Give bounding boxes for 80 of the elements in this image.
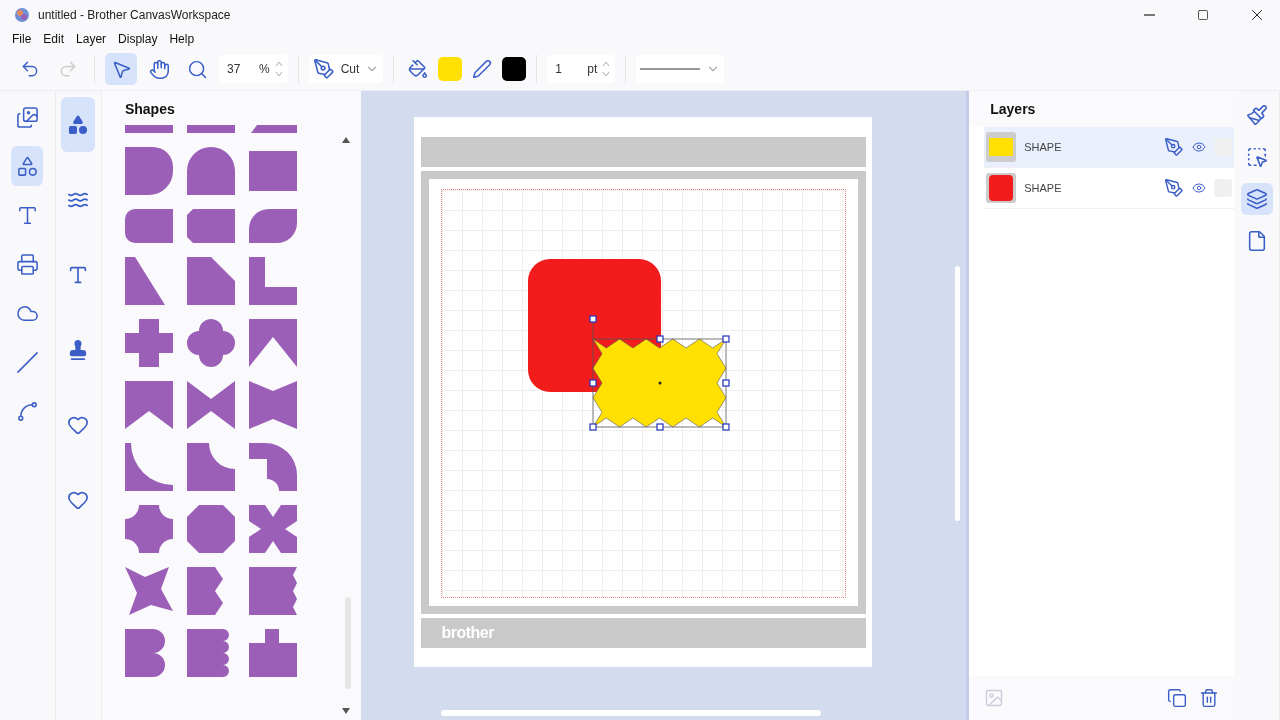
shape-thumbnail[interactable]	[248, 125, 297, 133]
shape-thumbnail[interactable]	[186, 147, 235, 195]
line-style-icon	[640, 67, 701, 71]
menu-item[interactable]: Display	[112, 30, 164, 48]
menu-item[interactable]: Help	[163, 30, 201, 48]
image-icon	[984, 688, 1005, 708]
layer-name: SHAPE	[1024, 141, 1063, 153]
vertical-scrollbar[interactable]	[955, 266, 961, 521]
transform-icon	[1245, 146, 1268, 168]
hand-icon	[148, 58, 170, 80]
redo-icon	[58, 59, 78, 79]
selection-handles[interactable]	[589, 315, 731, 431]
layer-thumbnail	[986, 173, 1017, 203]
visibility-icon	[1192, 181, 1207, 195]
shape-thumbnail[interactable]	[186, 125, 235, 133]
pages-icon	[15, 105, 39, 129]
pen-icon	[1164, 178, 1185, 198]
minimize-icon	[1143, 14, 1155, 16]
shapes-icon	[67, 113, 90, 136]
layers-icon	[1245, 188, 1268, 210]
shape-thumbnail[interactable]	[248, 319, 297, 367]
window-title: untitled - Brother CanvasWorkspace	[38, 8, 232, 22]
shape-thumbnail[interactable]	[124, 505, 173, 553]
shape-thumbnail[interactable]	[248, 505, 297, 553]
search-icon	[186, 58, 208, 80]
menu-item[interactable]: Layer	[70, 30, 113, 48]
delete-icon	[1199, 688, 1220, 708]
shape-thumbnail[interactable]	[186, 209, 235, 243]
shape-thumbnail[interactable]	[248, 381, 297, 429]
app-logo-icon	[14, 7, 30, 23]
shape-thumbnail[interactable]	[186, 443, 235, 491]
menu-item[interactable]: File	[6, 30, 38, 48]
shape-thumbnail[interactable]	[248, 629, 297, 677]
shape-thumbnail[interactable]	[124, 443, 173, 491]
shape-thumbnail[interactable]	[124, 125, 173, 133]
shape-thumbnail[interactable]	[124, 319, 173, 367]
panel-title: Shapes	[123, 100, 176, 119]
line-width-field[interactable]: 1 pt	[547, 55, 616, 83]
layer-row[interactable]: SHAPE	[984, 127, 1235, 168]
pen-icon	[1164, 137, 1185, 157]
shapes-tool[interactable]	[11, 146, 44, 186]
fill-color-swatch[interactable]	[438, 57, 463, 81]
select-tool-button[interactable]	[105, 53, 137, 85]
shape-thumbnail[interactable]	[248, 567, 297, 615]
visibility-icon	[1192, 140, 1207, 154]
paint-bucket-icon[interactable]	[408, 59, 429, 79]
shape-thumbnail[interactable]	[186, 505, 235, 553]
brush-icon	[1245, 104, 1268, 126]
mode-dropdown[interactable]: Cut	[308, 55, 384, 83]
panel-title: Layers	[969, 91, 1235, 127]
curve-icon	[15, 399, 39, 423]
shape-thumbnail[interactable]	[186, 381, 235, 429]
maximize-icon	[1197, 9, 1209, 21]
undo-icon	[20, 59, 40, 79]
duplicate-icon	[1167, 688, 1188, 708]
shape-thumbnail[interactable]	[248, 257, 297, 305]
shape-thumbnail[interactable]	[124, 147, 173, 195]
menu-item[interactable]: Edit	[37, 30, 71, 48]
line-icon	[15, 350, 39, 374]
printer-icon	[15, 252, 39, 276]
scroll-up-icon[interactable]	[341, 137, 350, 143]
pen-tool-icon	[312, 58, 335, 80]
shape-thumbnail[interactable]	[248, 209, 297, 243]
line-color-swatch[interactable]	[502, 57, 527, 81]
shape-thumbnail[interactable]	[186, 319, 235, 367]
zoom-field[interactable]: 37 %	[219, 55, 288, 83]
shape-thumbnail[interactable]	[186, 257, 235, 305]
shape-thumbnail[interactable]	[124, 381, 173, 429]
layer-thumbnail	[986, 132, 1017, 162]
horizontal-scrollbar[interactable]	[440, 710, 821, 716]
line-style-dropdown[interactable]	[636, 55, 725, 83]
shapes-category[interactable]	[61, 97, 96, 152]
layers-tab[interactable]	[1240, 183, 1273, 215]
shape-thumbnail[interactable]	[124, 567, 173, 615]
pen-icon[interactable]	[472, 59, 493, 79]
scroll-down-icon[interactable]	[341, 708, 350, 714]
layer-name: SHAPE	[1024, 182, 1063, 194]
shape-thumbnail[interactable]	[248, 443, 297, 491]
shapes-icon	[15, 154, 39, 178]
shape-thumbnail[interactable]	[124, 209, 173, 243]
